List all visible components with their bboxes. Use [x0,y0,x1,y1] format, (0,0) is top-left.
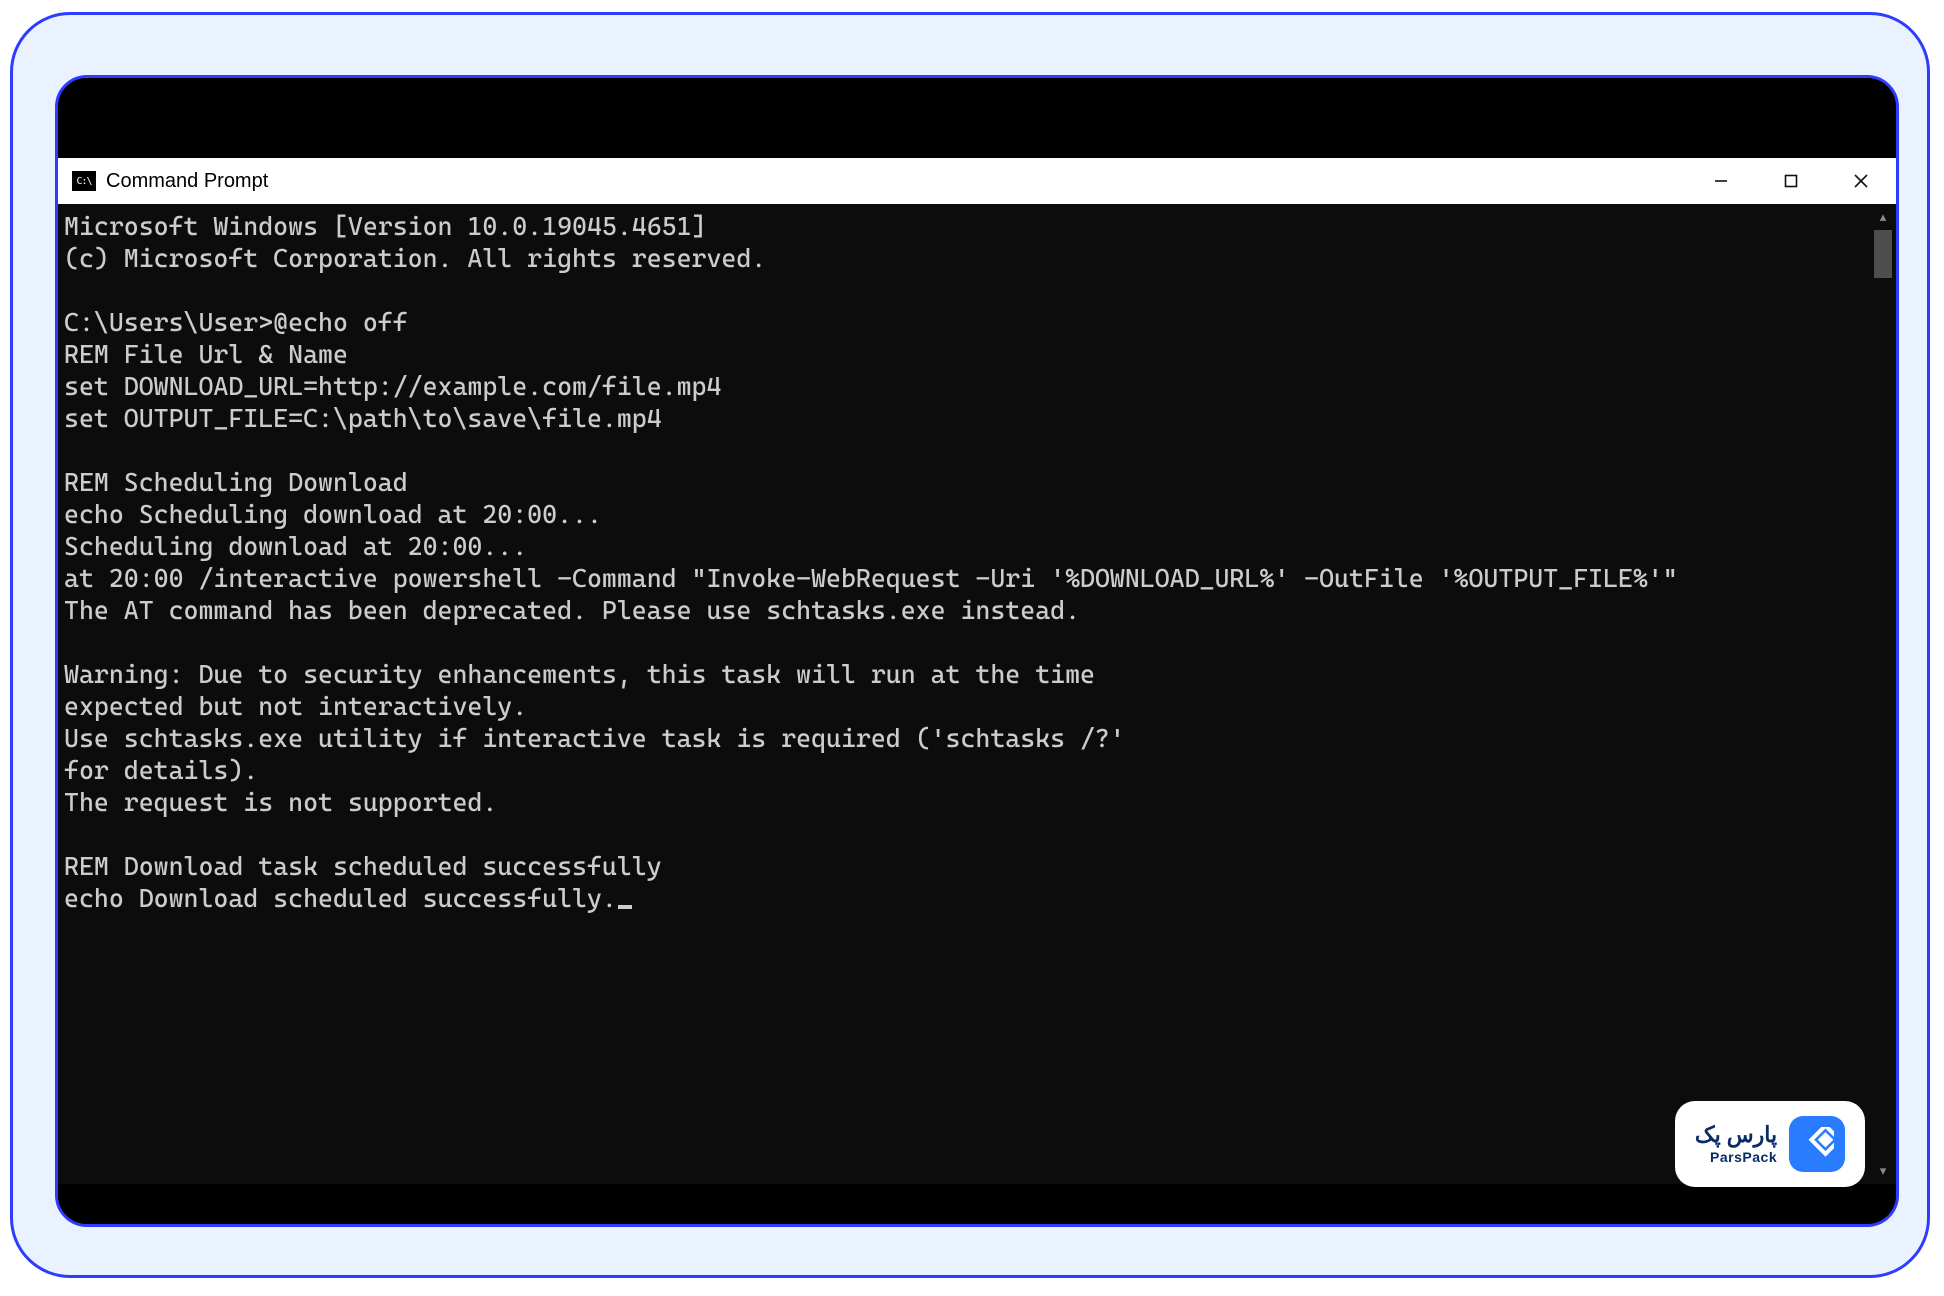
window-controls [1686,158,1896,204]
terminal-output: Microsoft Windows [Version 10.0.19045.46… [64,210,1862,914]
scroll-down-arrow-icon[interactable]: ▾ [1874,1162,1892,1180]
watermark-brand-fa: پارس پک [1695,1124,1777,1146]
cmd-app-icon-label: C:\ [76,176,91,187]
page-card: C:\ Command Prompt Microsoft Windows [Ve… [10,12,1930,1278]
maximize-button[interactable] [1756,158,1826,204]
cmd-app-icon: C:\ [72,171,96,191]
terminal-area[interactable]: Microsoft Windows [Version 10.0.19045.46… [58,204,1896,1184]
close-button[interactable] [1826,158,1896,204]
terminal-content[interactable]: Microsoft Windows [Version 10.0.19045.46… [58,204,1870,1184]
window-bottom-border [58,1184,1896,1224]
window-title: Command Prompt [106,170,268,193]
minimize-button[interactable] [1686,158,1756,204]
watermark-logo [1789,1116,1845,1172]
watermark-brand-en: ParsPack [1710,1150,1777,1164]
maximize-icon [1784,174,1798,188]
diamond-icon [1800,1127,1834,1161]
minimize-icon [1713,173,1729,189]
titlebar[interactable]: C:\ Command Prompt [58,158,1896,204]
watermark-text: پارس پک ParsPack [1695,1124,1777,1164]
window-top-border [58,78,1896,158]
scroll-up-arrow-icon[interactable]: ▴ [1874,208,1892,226]
cursor [618,905,632,909]
close-icon [1853,173,1869,189]
command-prompt-window: C:\ Command Prompt Microsoft Windows [Ve… [55,75,1899,1227]
watermark-badge: پارس پک ParsPack [1675,1101,1865,1187]
vertical-scrollbar[interactable]: ▴ ▾ [1870,204,1896,1184]
scroll-thumb[interactable] [1874,230,1892,278]
